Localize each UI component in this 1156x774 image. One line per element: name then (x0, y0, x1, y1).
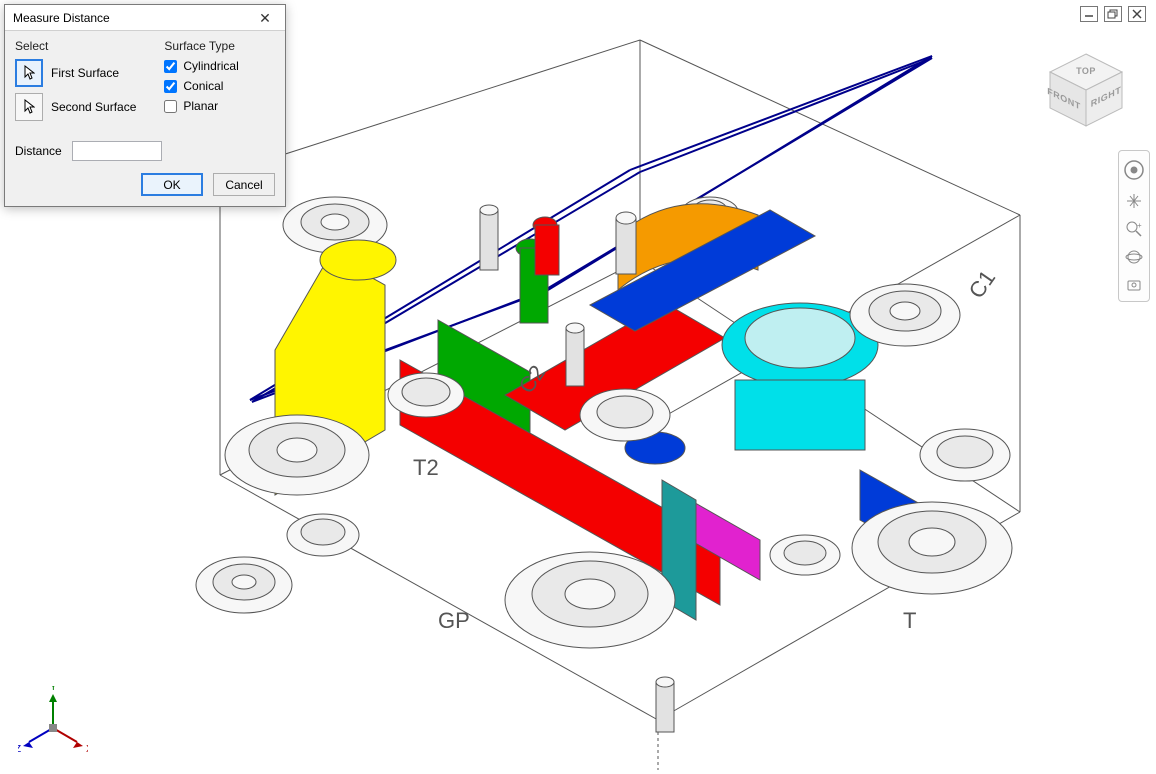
select-group-label: Select (15, 39, 136, 53)
cursor-icon (24, 65, 35, 81)
cursor-icon (24, 99, 35, 115)
pan-icon[interactable] (1121, 189, 1147, 213)
close-icon[interactable]: ✕ (245, 5, 285, 31)
coordinate-triad: X Y Z (18, 686, 88, 756)
second-surface-button[interactable] (15, 93, 43, 121)
conical-row[interactable]: Conical (164, 79, 238, 93)
distance-row: Distance (15, 141, 275, 161)
cylindrical-checkbox[interactable] (164, 60, 177, 73)
measure-distance-dialog: Measure Distance ✕ Select First Surface (4, 4, 286, 207)
svg-text:+: + (1137, 221, 1142, 230)
dialog-titlebar[interactable]: Measure Distance ✕ (5, 5, 285, 31)
window-controls (1080, 6, 1146, 22)
distance-field[interactable] (72, 141, 162, 161)
minimize-icon[interactable] (1080, 6, 1098, 22)
cancel-button[interactable]: Cancel (213, 173, 275, 196)
conical-checkbox[interactable] (164, 80, 177, 93)
planar-label: Planar (183, 99, 218, 113)
planar-checkbox[interactable] (164, 100, 177, 113)
first-surface-label: First Surface (51, 66, 119, 80)
view-cube[interactable]: TOP FRONT RIGHT (1044, 48, 1128, 132)
restore-icon[interactable] (1104, 6, 1122, 22)
label-gp: GP (438, 608, 470, 633)
zoom-icon[interactable]: + (1121, 217, 1147, 241)
cylindrical-label: Cylindrical (183, 59, 238, 73)
steering-wheel-icon[interactable] (1121, 155, 1147, 185)
axis-z: Z (18, 744, 21, 755)
showmotion-icon[interactable] (1121, 273, 1147, 297)
surface-type-label: Surface Type (164, 39, 238, 53)
dialog-title: Measure Distance (13, 11, 110, 25)
select-group: Select First Surface Second (15, 39, 136, 127)
label-c1: C1 (964, 265, 1001, 302)
planar-row[interactable]: Planar (164, 99, 238, 113)
label-t: T (903, 608, 916, 633)
surface-type-group: Surface Type Cylindrical Conical Planar (164, 39, 238, 127)
ok-button[interactable]: OK (141, 173, 203, 196)
axis-x: X (86, 744, 88, 755)
conical-label: Conical (183, 79, 223, 93)
orbit-icon[interactable] (1121, 245, 1147, 269)
second-surface-row: Second Surface (15, 93, 136, 121)
first-surface-button[interactable] (15, 59, 43, 87)
distance-label: Distance (15, 144, 62, 158)
second-surface-label: Second Surface (51, 100, 136, 114)
viewcube-top: TOP (1076, 66, 1096, 76)
close-window-icon[interactable] (1128, 6, 1146, 22)
model-parts (196, 197, 1012, 732)
navigation-bar: + (1118, 150, 1150, 302)
label-t2: T2 (413, 455, 439, 480)
first-surface-row: First Surface (15, 59, 136, 87)
cylindrical-row[interactable]: Cylindrical (164, 59, 238, 73)
axis-y: Y (50, 686, 57, 693)
